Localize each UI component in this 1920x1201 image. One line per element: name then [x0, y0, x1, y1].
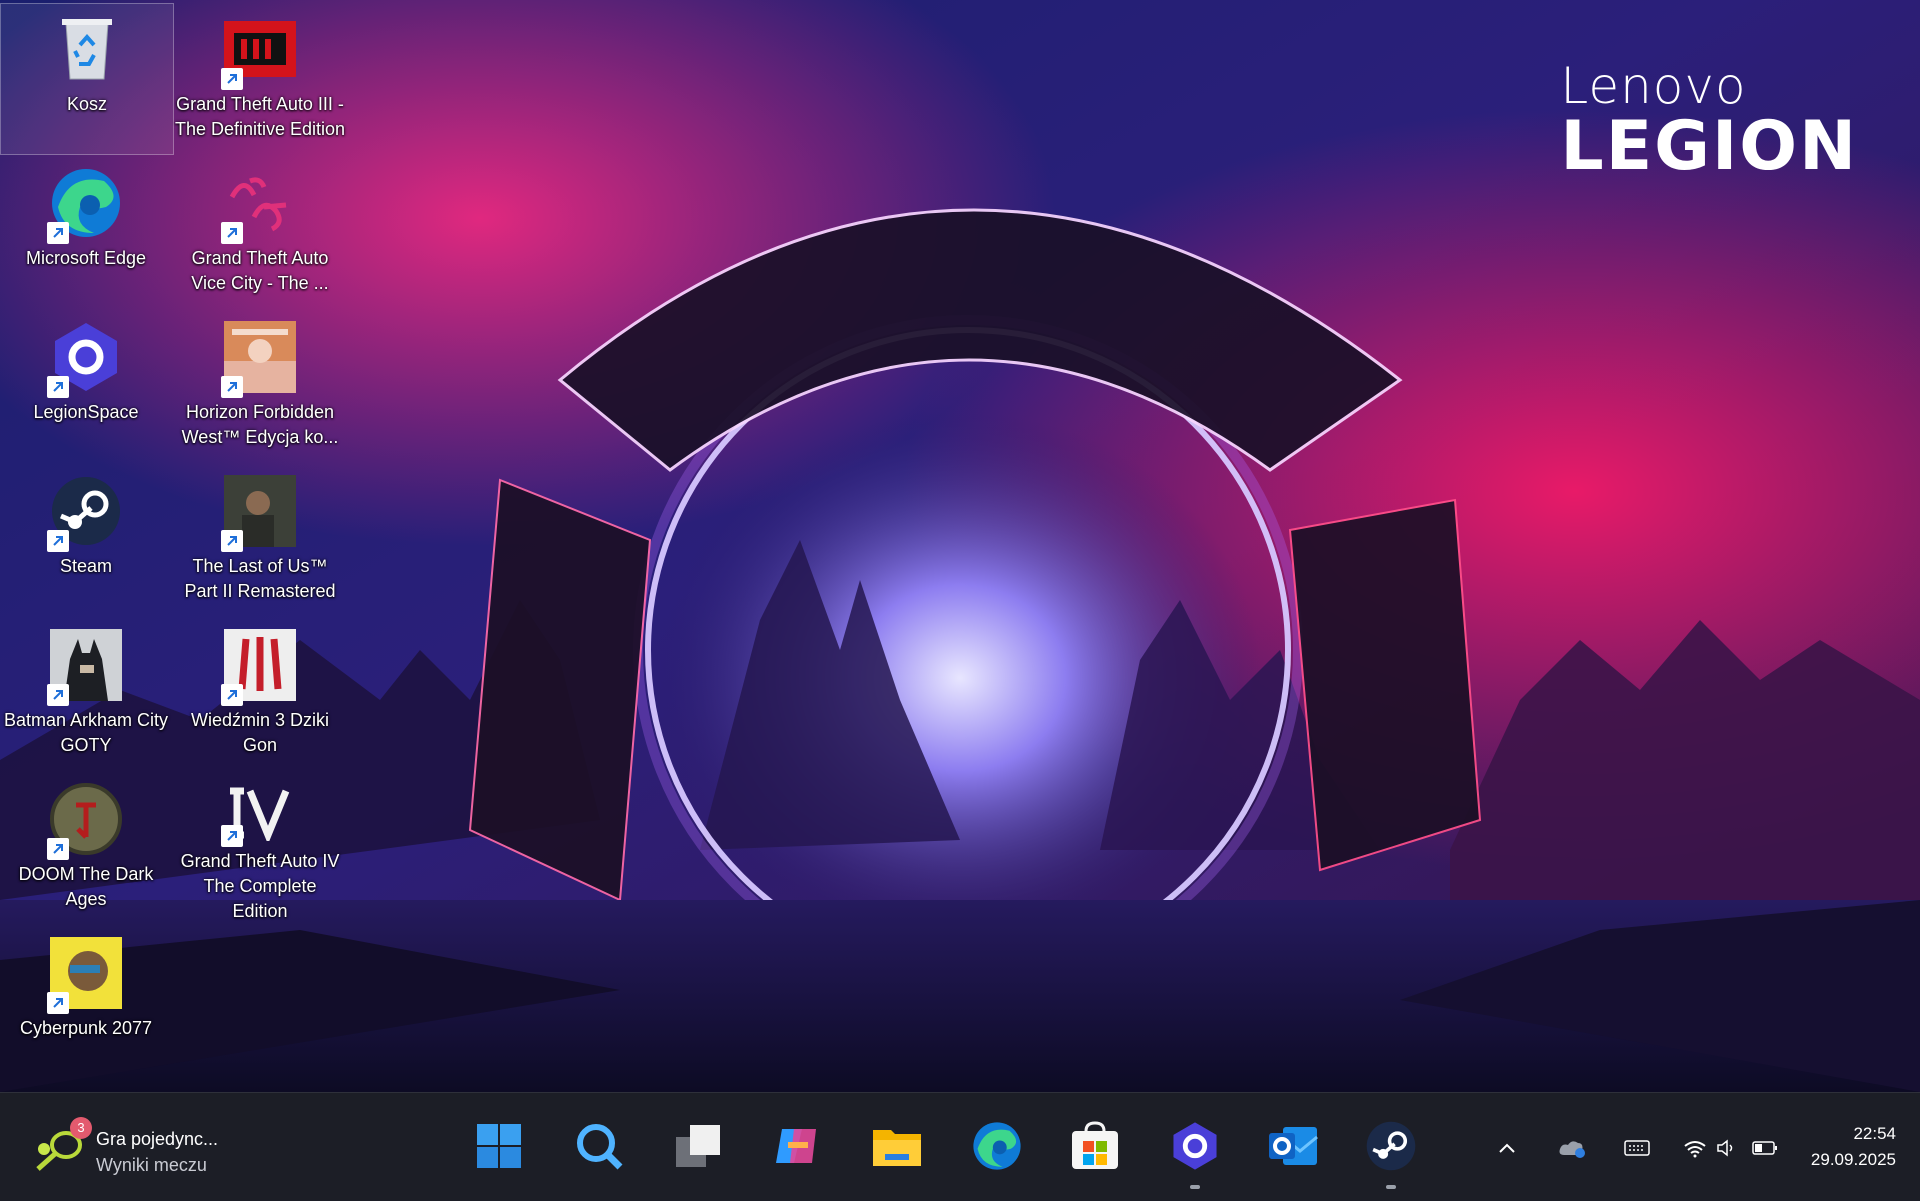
brand-line-lenovo: Lenovo: [1560, 57, 1747, 115]
icon-label: Batman Arkham City GOTY: [3, 710, 169, 755]
shortcut-arrow-icon: [47, 376, 69, 398]
running-indicator: [1190, 1185, 1200, 1189]
icon-label: Kosz: [66, 94, 108, 114]
wifi-icon: [1684, 1141, 1706, 1158]
icon-label: Cyberpunk 2077: [19, 1018, 153, 1038]
doom-icon: [47, 782, 123, 860]
clock-date: 29.09.2025: [1810, 1150, 1896, 1169]
outlook-button[interactable]: [1262, 1115, 1324, 1177]
desktop-icon-vice-city[interactable]: Grand Theft Auto Vice City - The ...: [174, 158, 346, 308]
wifi-tray-icon[interactable]: [1680, 1133, 1710, 1163]
batman-icon: [47, 628, 123, 706]
widget-subtitle: Wyniki meczu: [96, 1155, 207, 1175]
shortcut-arrow-icon: [47, 684, 69, 706]
start-button[interactable]: [468, 1115, 530, 1177]
desktop-icon-gta3[interactable]: Grand Theft Auto III - The Definitive Ed…: [174, 4, 346, 154]
icon-label: Grand Theft Auto III - The Definitive Ed…: [174, 94, 346, 139]
shortcut-arrow-icon: [47, 222, 69, 244]
edge-icon: [47, 166, 123, 244]
horizon-icon: [221, 320, 297, 398]
desktop-icon-steam[interactable]: Steam: [0, 466, 172, 616]
search-icon: [577, 1124, 623, 1170]
volume-icon: [1717, 1139, 1733, 1157]
steam-icon: [1366, 1121, 1416, 1171]
task-view-icon: [676, 1125, 720, 1167]
search-button[interactable]: [568, 1115, 630, 1177]
taskbar: 3 Gra pojedync... Wyniki meczu 22:54 29.…: [0, 1092, 1920, 1201]
last-of-us-icon: [221, 474, 297, 552]
folder-icon: [873, 1130, 921, 1166]
legionspace-taskbar-button[interactable]: [1164, 1115, 1226, 1189]
shortcut-arrow-icon: [221, 222, 243, 244]
steam-taskbar-button[interactable]: [1360, 1115, 1422, 1189]
desktop-icon-gta4[interactable]: Grand Theft Auto IV The Complete Edition: [174, 774, 346, 924]
icon-label: Grand Theft Auto Vice City - The ...: [191, 248, 329, 293]
copilot-button[interactable]: [766, 1115, 828, 1177]
widget-title: Gra pojedync...: [96, 1129, 219, 1149]
gta4-icon: [221, 782, 297, 847]
icon-label: DOOM The Dark Ages: [18, 864, 154, 909]
show-hidden-icons-button[interactable]: [1492, 1133, 1522, 1163]
shortcut-arrow-icon: [47, 530, 69, 552]
copilot-icon: [776, 1129, 816, 1163]
desktop-icon-batman[interactable]: Batman Arkham City GOTY: [0, 620, 172, 770]
cloud-icon: [1559, 1141, 1585, 1158]
task-view-button[interactable]: [668, 1115, 730, 1177]
witcher-icon: [221, 628, 297, 706]
lenovo-legion-logo: Lenovo LEGION: [1560, 57, 1858, 186]
volume-tray-icon[interactable]: [1712, 1133, 1742, 1163]
vice-city-icon: [221, 166, 297, 244]
keyboard-icon: [1624, 1140, 1650, 1156]
shortcut-arrow-icon: [47, 992, 69, 1014]
outlook-icon: [1269, 1127, 1318, 1165]
keyboard-tray-icon[interactable]: [1622, 1133, 1652, 1163]
icon-label: Grand Theft Auto IV The Complete Edition: [180, 851, 340, 921]
shortcut-arrow-icon: [221, 684, 243, 706]
desktop-icon-recycle-bin[interactable]: Kosz: [0, 3, 174, 155]
gta3-icon: [221, 12, 297, 90]
steam-icon: [47, 474, 123, 552]
icon-label: Steam: [59, 556, 113, 576]
store-button[interactable]: [1064, 1115, 1126, 1177]
store-icon: [1072, 1121, 1118, 1169]
notification-badge: 3: [70, 1117, 92, 1139]
widget-sports-score[interactable]: 3 Gra pojedync... Wyniki meczu: [32, 1107, 292, 1187]
battery-tray-icon[interactable]: [1750, 1133, 1780, 1163]
icon-label: Horizon Forbidden West™ Edycja ko...: [181, 402, 339, 447]
running-indicator: [1386, 1185, 1396, 1189]
desktop-icon-cyberpunk[interactable]: Cyberpunk 2077: [0, 928, 172, 1078]
file-explorer-button[interactable]: [866, 1115, 928, 1177]
legionspace-icon: [47, 320, 123, 398]
recycle-bin-icon: [50, 12, 124, 86]
desktop-icon-doom[interactable]: DOOM The Dark Ages: [0, 774, 172, 924]
edge-icon: [973, 1122, 1021, 1170]
shortcut-arrow-icon: [47, 838, 69, 860]
cyberpunk-icon: [47, 936, 123, 1014]
desktop-icon-horizon[interactable]: Horizon Forbidden West™ Edycja ko...: [174, 312, 346, 462]
edge-taskbar-button[interactable]: [966, 1115, 1028, 1177]
shortcut-arrow-icon: [221, 530, 243, 552]
legionspace-icon: [1173, 1122, 1217, 1170]
desktop-icon-microsoft-edge[interactable]: Microsoft Edge: [0, 158, 172, 308]
clock[interactable]: 22:54 29.09.2025: [1811, 1121, 1896, 1173]
clock-time: 22:54: [1853, 1124, 1896, 1143]
onedrive-tray-icon[interactable]: [1558, 1133, 1588, 1163]
brand-line-legion: LEGION: [1560, 107, 1858, 186]
shortcut-arrow-icon: [221, 68, 243, 90]
icon-label: The Last of Us™ Part II Remastered: [184, 556, 336, 601]
icon-label: Microsoft Edge: [25, 248, 147, 268]
desktop-icon-legionspace[interactable]: LegionSpace: [0, 312, 172, 462]
battery-icon: [1752, 1141, 1777, 1155]
icon-label: LegionSpace: [33, 402, 139, 422]
shortcut-arrow-icon: [221, 825, 243, 847]
desktop-icon-witcher[interactable]: Wiedźmin 3 Dziki Gon: [174, 620, 346, 770]
shortcut-arrow-icon: [221, 376, 243, 398]
chevron-up-icon: [1499, 1143, 1515, 1153]
icon-label: Wiedźmin 3 Dziki Gon: [190, 710, 330, 755]
desktop-icon-last-of-us[interactable]: The Last of Us™ Part II Remastered: [174, 466, 346, 616]
windows-start-icon: [477, 1124, 521, 1168]
